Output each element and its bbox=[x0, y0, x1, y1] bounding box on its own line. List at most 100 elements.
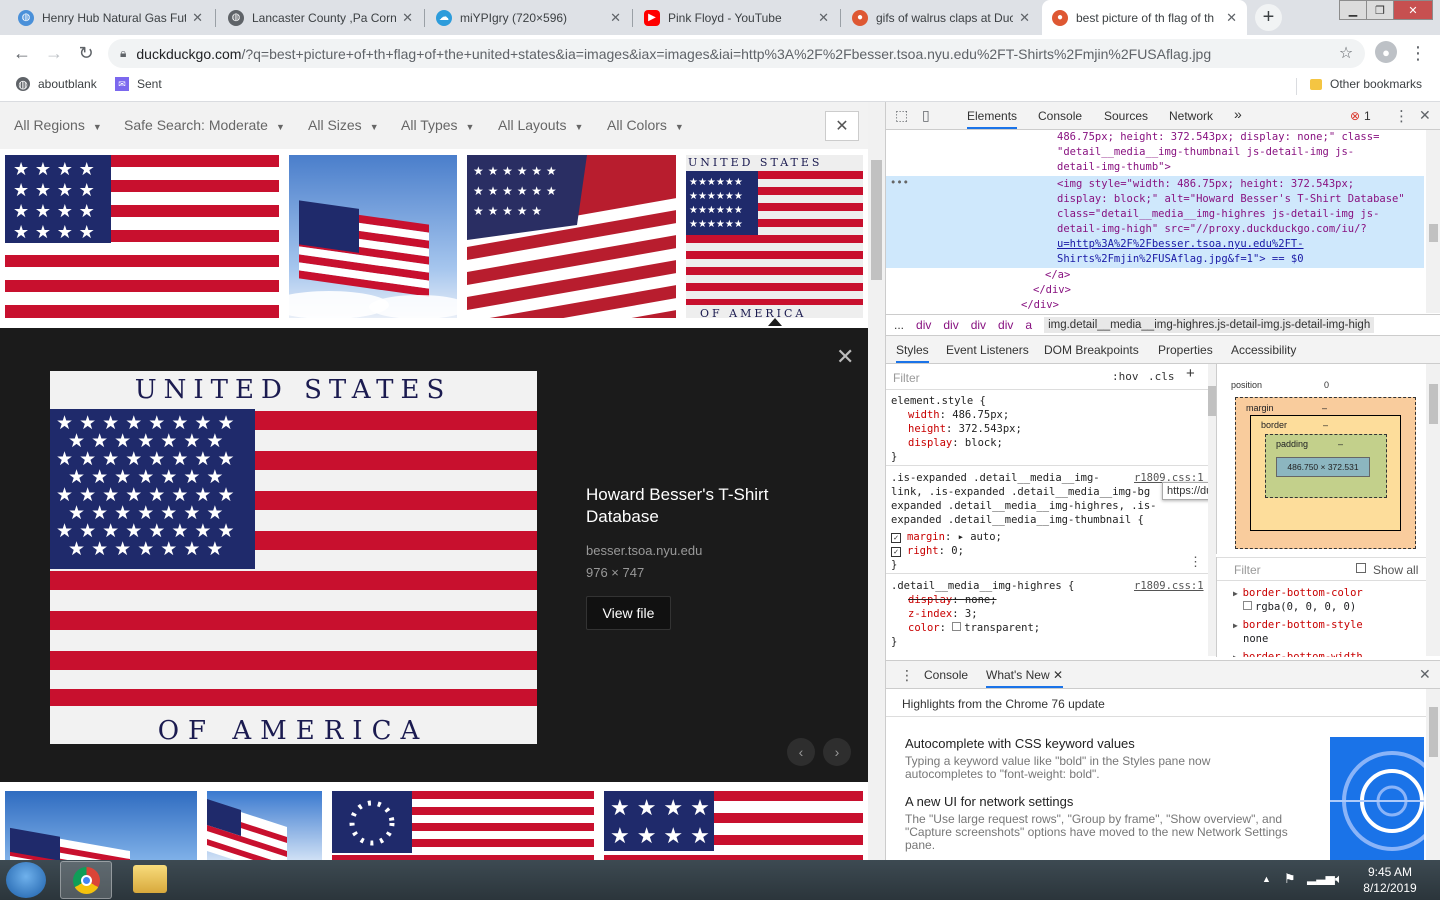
css-property[interactable]: height bbox=[908, 423, 946, 435]
image-result-thumb[interactable] bbox=[332, 791, 594, 860]
minimize-button[interactable]: ▁ bbox=[1339, 0, 1367, 20]
computed-property[interactable]: border-bottom-color bbox=[1243, 587, 1363, 599]
tab-pink-floyd[interactable]: ▶ Pink Floyd - YouTube ✕ bbox=[634, 0, 839, 35]
css-value[interactable]: 372.543px; bbox=[959, 423, 1022, 435]
stylesheet-link[interactable]: r1809.css:1 bbox=[1134, 579, 1204, 593]
tab-properties[interactable]: Properties bbox=[1158, 343, 1213, 357]
image-result-thumb[interactable]: ★ ★ ★ ★ ★ ★ ★ ★ ★ ★ ★ ★ ★ ★ ★ ★ ★ bbox=[467, 155, 676, 318]
tab-lancaster[interactable]: ◍ Lancaster County ,Pa Corn ✕ bbox=[218, 0, 423, 35]
close-icon[interactable]: ✕ bbox=[1226, 10, 1237, 26]
device-toggle-icon[interactable]: ▯ bbox=[922, 107, 930, 124]
filter-safe-search[interactable]: Safe Search: Moderate ▼ bbox=[124, 117, 285, 133]
element-line[interactable]: <img style="width: 486.75px; height: 372… bbox=[1057, 177, 1354, 192]
css-value[interactable]: 486.75px; bbox=[952, 409, 1009, 421]
tab-dom-breakpoints[interactable]: DOM Breakpoints bbox=[1044, 343, 1139, 357]
tab-miypigry[interactable]: ☁ miYPIgry (720×596) ✕ bbox=[426, 0, 631, 35]
drawer-menu-icon[interactable]: ⋮ bbox=[900, 667, 914, 684]
css-property[interactable]: right bbox=[907, 545, 939, 557]
tab-accessibility[interactable]: Accessibility bbox=[1231, 343, 1296, 357]
chevron-left-icon[interactable]: ‹ bbox=[787, 738, 815, 766]
css-value[interactable]: auto; bbox=[970, 531, 1002, 543]
tab-flag-active[interactable]: ● best picture of th flag of th ✕ bbox=[1042, 0, 1247, 35]
view-file-button[interactable]: View file bbox=[586, 596, 671, 630]
breadcrumb-item[interactable]: a bbox=[1025, 318, 1032, 332]
styles-scrollbar[interactable] bbox=[1208, 364, 1216, 656]
breadcrumb-item[interactable]: div bbox=[916, 318, 931, 332]
computed-filter-input[interactable]: Filter bbox=[1234, 563, 1261, 577]
image-result-thumb[interactable] bbox=[207, 791, 322, 860]
breadcrumb-item[interactable]: div bbox=[971, 318, 986, 332]
inspect-element-icon[interactable]: ⬚ bbox=[895, 107, 908, 124]
computed-property[interactable]: border-bottom-style bbox=[1243, 619, 1363, 631]
image-result-thumb[interactable]: ★ ★ ★ ★ ★ ★ ★ ★ bbox=[604, 791, 863, 860]
window-close-button[interactable]: ✕ bbox=[1393, 0, 1433, 20]
element-line[interactable]: </div> bbox=[1021, 298, 1059, 313]
windows-start-icon[interactable] bbox=[6, 862, 46, 898]
profile-avatar-icon[interactable]: ● bbox=[1375, 41, 1397, 63]
filter-regions[interactable]: All Regions ▼ bbox=[14, 117, 102, 133]
reload-icon[interactable]: ↻ bbox=[76, 43, 96, 63]
chrome-taskbar-button[interactable] bbox=[60, 861, 112, 899]
new-tab-button[interactable]: + bbox=[1255, 4, 1282, 31]
css-property[interactable]: display bbox=[908, 437, 952, 449]
filter-types[interactable]: All Types ▼ bbox=[401, 117, 474, 133]
element-line[interactable]: </div> bbox=[1033, 283, 1071, 298]
restore-button[interactable]: ❐ bbox=[1366, 0, 1394, 20]
back-arrow-icon[interactable]: ← bbox=[12, 43, 32, 63]
checkbox-checked-icon[interactable]: ✓ bbox=[891, 547, 901, 557]
box-content[interactable]: 486.750 × 372.531 bbox=[1276, 457, 1370, 477]
show-hidden-icons-icon[interactable]: ▲ bbox=[1262, 874, 1271, 884]
element-line[interactable]: 486.75px; height: 372.543px; display: no… bbox=[1057, 130, 1379, 145]
element-line[interactable]: detail-img-high" src="//proxy.duckduckgo… bbox=[1057, 222, 1367, 237]
bookmark-aboutblank[interactable]: ◍ aboutblank bbox=[16, 77, 97, 91]
element-line[interactable]: detail-img-thumb"> bbox=[1057, 160, 1171, 175]
breadcrumb-item[interactable]: div bbox=[998, 318, 1013, 332]
bookmark-sent[interactable]: ✉ Sent bbox=[115, 77, 162, 91]
css-value[interactable]: block; bbox=[965, 437, 1003, 449]
element-line[interactable]: "detail__media__img-thumbnail js-detail-… bbox=[1057, 145, 1354, 160]
close-devtools-icon[interactable]: ✕ bbox=[1419, 107, 1431, 124]
breadcrumb-item[interactable]: div bbox=[943, 318, 958, 332]
filter-layouts[interactable]: All Layouts ▼ bbox=[498, 117, 583, 133]
tab-console[interactable]: Console bbox=[1038, 109, 1082, 123]
element-line[interactable]: </a> bbox=[1045, 268, 1070, 283]
close-icon[interactable]: ✕ bbox=[1019, 10, 1030, 26]
element-line[interactable]: u=http%3A%2F%2Fbesser.tsoa.nyu.edu%2FT- bbox=[1057, 237, 1304, 252]
css-value[interactable]: none; bbox=[965, 594, 997, 606]
error-icon[interactable]: ⊗ bbox=[1350, 109, 1360, 123]
computed-scrollbar[interactable] bbox=[1426, 364, 1440, 656]
show-all-checkbox[interactable] bbox=[1356, 563, 1366, 573]
detail-title[interactable]: Howard Besser's T-Shirt Database bbox=[586, 484, 826, 528]
other-bookmarks[interactable]: Other bookmarks bbox=[1310, 77, 1422, 91]
volume-icon[interactable]: 🔈︎ bbox=[1335, 871, 1343, 887]
clock[interactable]: 9:45 AM 8/12/2019 bbox=[1360, 864, 1420, 896]
hov-button[interactable]: :hov bbox=[1112, 370, 1139, 384]
image-result-thumb[interactable]: UNITED STATES ★★★★★★ ★★★★★★ ★★★★★★ ★★★★★★ O… bbox=[686, 155, 863, 318]
filter-sizes[interactable]: All Sizes ▼ bbox=[308, 117, 379, 133]
tab-sources[interactable]: Sources bbox=[1104, 109, 1148, 123]
close-filters-button[interactable]: ✕ bbox=[825, 111, 859, 141]
menu-kebab-icon[interactable]: ⋮ bbox=[1408, 43, 1428, 63]
ellipsis-icon[interactable]: ••• bbox=[890, 176, 909, 191]
tab-styles[interactable]: Styles bbox=[896, 343, 929, 363]
breadcrumb-item[interactable]: img.detail__media__img-highres.js-detail… bbox=[1044, 317, 1375, 333]
more-tabs-icon[interactable]: » bbox=[1234, 106, 1242, 122]
breadcrumb-item[interactable]: ... bbox=[894, 318, 904, 332]
checkbox-checked-icon[interactable]: ✓ bbox=[891, 533, 901, 543]
tab-network[interactable]: Network bbox=[1169, 109, 1213, 123]
box-border[interactable]: border – padding – 486.750 × 372.531 bbox=[1250, 415, 1401, 531]
box-margin[interactable]: margin – border – padding – 486.750 × 37… bbox=[1235, 397, 1416, 549]
star-icon[interactable]: ☆ bbox=[1336, 43, 1356, 63]
chevron-right-icon[interactable]: › bbox=[823, 738, 851, 766]
forward-arrow-icon[interactable]: → bbox=[44, 43, 64, 63]
image-result-thumb[interactable]: ★ ★ ★ ★ ★ ★ ★ ★ ★ ★ ★ ★ ★ ★ ★ ★ bbox=[5, 155, 279, 318]
file-explorer-icon[interactable] bbox=[133, 865, 167, 893]
close-icon[interactable]: ✕ bbox=[402, 10, 413, 26]
page-scrollbar[interactable] bbox=[868, 102, 885, 860]
detail-domain[interactable]: besser.tsoa.nyu.edu bbox=[586, 543, 702, 558]
cls-button[interactable]: .cls bbox=[1148, 370, 1175, 384]
element-line[interactable]: class="detail__media__img-highres js-det… bbox=[1057, 207, 1379, 222]
add-rule-icon[interactable]: + bbox=[1186, 366, 1195, 381]
css-value[interactable]: transparent; bbox=[964, 622, 1040, 634]
close-icon[interactable]: ✕ bbox=[610, 10, 621, 26]
